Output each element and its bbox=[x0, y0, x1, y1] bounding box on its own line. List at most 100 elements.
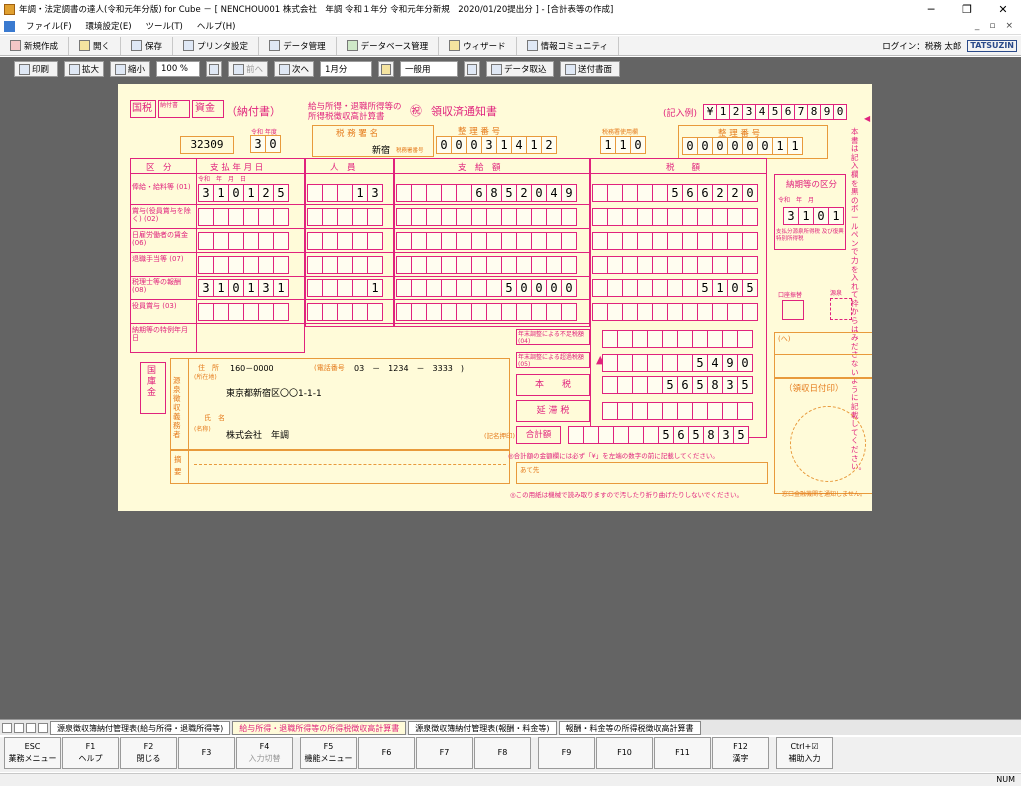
zei-cells-digit[interactable] bbox=[697, 232, 713, 250]
zei-cells-digit[interactable] bbox=[652, 208, 668, 226]
shikyu-cells-digit[interactable] bbox=[396, 279, 412, 297]
zei-cells[interactable]: 5105 bbox=[592, 279, 758, 297]
zei-cells-digit[interactable]: 0 bbox=[742, 184, 758, 202]
jinin-cells-digit[interactable] bbox=[322, 208, 338, 226]
shikyu-cells-digit[interactable] bbox=[501, 208, 517, 226]
nendo-digit[interactable]: 3 bbox=[250, 135, 266, 153]
fkey-f1[interactable]: F1 ヘルプ bbox=[62, 737, 119, 769]
zei-cells-digit[interactable] bbox=[622, 256, 638, 274]
menu-tools[interactable]: ツール(T) bbox=[139, 20, 190, 32]
shikyu-cells-digit[interactable] bbox=[471, 232, 487, 250]
shikyu-cells-digit[interactable] bbox=[486, 232, 502, 250]
nendo-digit[interactable]: 0 bbox=[265, 135, 281, 153]
jinin-cells-digit[interactable] bbox=[367, 303, 383, 321]
company-name[interactable]: 株式会社 年調 bbox=[226, 428, 289, 441]
zei-cells-digit[interactable] bbox=[607, 232, 623, 250]
ymd-cells-digit[interactable]: 3 bbox=[258, 279, 274, 297]
honzei-cells[interactable]: 565835 bbox=[602, 376, 753, 394]
jinin-cells-digit[interactable] bbox=[352, 208, 368, 226]
zeimusho-name[interactable]: 新宿 bbox=[372, 143, 390, 156]
chokin-digit[interactable] bbox=[647, 354, 663, 372]
send-doc-button[interactable]: 送付書面 bbox=[560, 61, 620, 77]
example-digit[interactable]: 2 bbox=[729, 104, 743, 120]
ymd-cells[interactable]: 310125 bbox=[198, 184, 289, 202]
shikyu-cells-digit[interactable] bbox=[501, 256, 517, 274]
shikyu-cells-digit[interactable] bbox=[411, 208, 427, 226]
shikyu-cells-digit[interactable] bbox=[396, 184, 412, 202]
chokin-digit[interactable]: 5 bbox=[692, 354, 708, 372]
zei-cells-digit[interactable]: 2 bbox=[712, 184, 728, 202]
zei-cells-digit[interactable] bbox=[592, 184, 608, 202]
shikyu-cells-digit[interactable] bbox=[426, 232, 442, 250]
shikyu-cells-digit[interactable] bbox=[471, 208, 487, 226]
zei-cells[interactable] bbox=[592, 256, 758, 274]
fuso-cells[interactable] bbox=[602, 330, 753, 348]
honzei-digit[interactable]: 5 bbox=[692, 376, 708, 394]
shikyu-cells-digit[interactable] bbox=[456, 232, 472, 250]
shikyu-cells-digit[interactable]: 0 bbox=[516, 279, 532, 297]
shikyu-cells-digit[interactable] bbox=[396, 256, 412, 274]
shikyu-cells-digit[interactable] bbox=[411, 303, 427, 321]
zei-cells-digit[interactable] bbox=[592, 279, 608, 297]
fuso-digit[interactable] bbox=[707, 330, 723, 348]
shikyu-cells-digit[interactable] bbox=[471, 279, 487, 297]
tel-number[interactable]: 03 － 1234 － 3333 ) bbox=[354, 363, 464, 374]
sheet-tab-2[interactable]: 給与所得・退職所得等の所得税徴収高計算書 bbox=[232, 720, 407, 735]
ymd-cells-digit[interactable]: 0 bbox=[228, 279, 244, 297]
gensen-box[interactable] bbox=[830, 298, 852, 320]
honzei-digit[interactable] bbox=[647, 376, 663, 394]
jinin-cells-digit[interactable] bbox=[322, 256, 338, 274]
shokuban-digit[interactable]: 0 bbox=[682, 137, 698, 155]
save-button[interactable]: 保存 bbox=[121, 36, 174, 55]
shikyu-cells-digit[interactable] bbox=[486, 303, 502, 321]
first-sheet-button[interactable] bbox=[2, 722, 12, 733]
zei-cells-digit[interactable] bbox=[637, 279, 653, 297]
shikyu-cells-digit[interactable] bbox=[531, 208, 547, 226]
jigyo-digit[interactable]: 1 bbox=[615, 136, 631, 154]
shikyu-cells-digit[interactable] bbox=[411, 232, 427, 250]
jinin-cells-digit[interactable] bbox=[322, 184, 338, 202]
wizard-button[interactable]: ウィザード bbox=[439, 36, 517, 55]
ymd-cells-digit[interactable]: 1 bbox=[213, 184, 229, 202]
fkey-f5[interactable]: F5 機能メニュー bbox=[300, 737, 357, 769]
seiri-digit[interactable]: 3 bbox=[481, 136, 497, 154]
zei-cells-digit[interactable] bbox=[652, 232, 668, 250]
data-manage-button[interactable]: データ管理 bbox=[259, 36, 337, 55]
ymd-cells-digit[interactable]: 0 bbox=[228, 184, 244, 202]
calendar-button[interactable] bbox=[378, 61, 394, 77]
chokin-digit[interactable] bbox=[677, 354, 693, 372]
entaizei-cells[interactable] bbox=[602, 402, 753, 420]
ymd-cells-digit[interactable]: 1 bbox=[273, 279, 289, 297]
shokuban-digit[interactable]: 0 bbox=[697, 137, 713, 155]
shikyu-cells-digit[interactable]: 2 bbox=[516, 184, 532, 202]
zei-cells-digit[interactable] bbox=[742, 232, 758, 250]
zei-cells-digit[interactable] bbox=[667, 256, 683, 274]
shikyu-cells-digit[interactable] bbox=[486, 208, 502, 226]
seiri-digit[interactable]: 4 bbox=[511, 136, 527, 154]
shikyu-cells-digit[interactable] bbox=[471, 256, 487, 274]
shikyu-cells[interactable] bbox=[396, 232, 577, 250]
jinin-cells-digit[interactable] bbox=[307, 256, 323, 274]
ymd-cells-digit[interactable] bbox=[228, 208, 244, 226]
shikyu-cells-digit[interactable]: 5 bbox=[501, 184, 517, 202]
database-manage-button[interactable]: データベース管理 bbox=[337, 36, 440, 55]
nendo-cells[interactable]: 30 bbox=[250, 135, 281, 153]
fkey-f7[interactable]: F7 bbox=[416, 737, 473, 769]
community-button[interactable]: 情報コミュニティ bbox=[517, 36, 620, 55]
shikyu-cells-digit[interactable] bbox=[516, 256, 532, 274]
shikyu-cells-digit[interactable] bbox=[426, 256, 442, 274]
example-digit[interactable]: 6 bbox=[781, 104, 795, 120]
child-restore-button[interactable]: ▫ bbox=[989, 21, 995, 31]
seiri-digit[interactable]: 1 bbox=[526, 136, 542, 154]
fkey-ctrl[interactable]: Ctrl+☑ 補助入力 bbox=[776, 737, 833, 769]
ymd-cells-digit[interactable] bbox=[273, 256, 289, 274]
shikyu-cells-digit[interactable] bbox=[426, 279, 442, 297]
print-button[interactable]: 印刷 bbox=[14, 61, 58, 77]
ymd-cells-digit[interactable] bbox=[228, 232, 244, 250]
menu-help[interactable]: ヘルプ(H) bbox=[190, 20, 243, 32]
shikyu-cells-digit[interactable] bbox=[396, 232, 412, 250]
mode-select[interactable]: 一般用 bbox=[400, 61, 458, 77]
shikyu-cells-digit[interactable] bbox=[411, 184, 427, 202]
chokin-digit[interactable] bbox=[617, 354, 633, 372]
zei-cells-digit[interactable] bbox=[622, 208, 638, 226]
